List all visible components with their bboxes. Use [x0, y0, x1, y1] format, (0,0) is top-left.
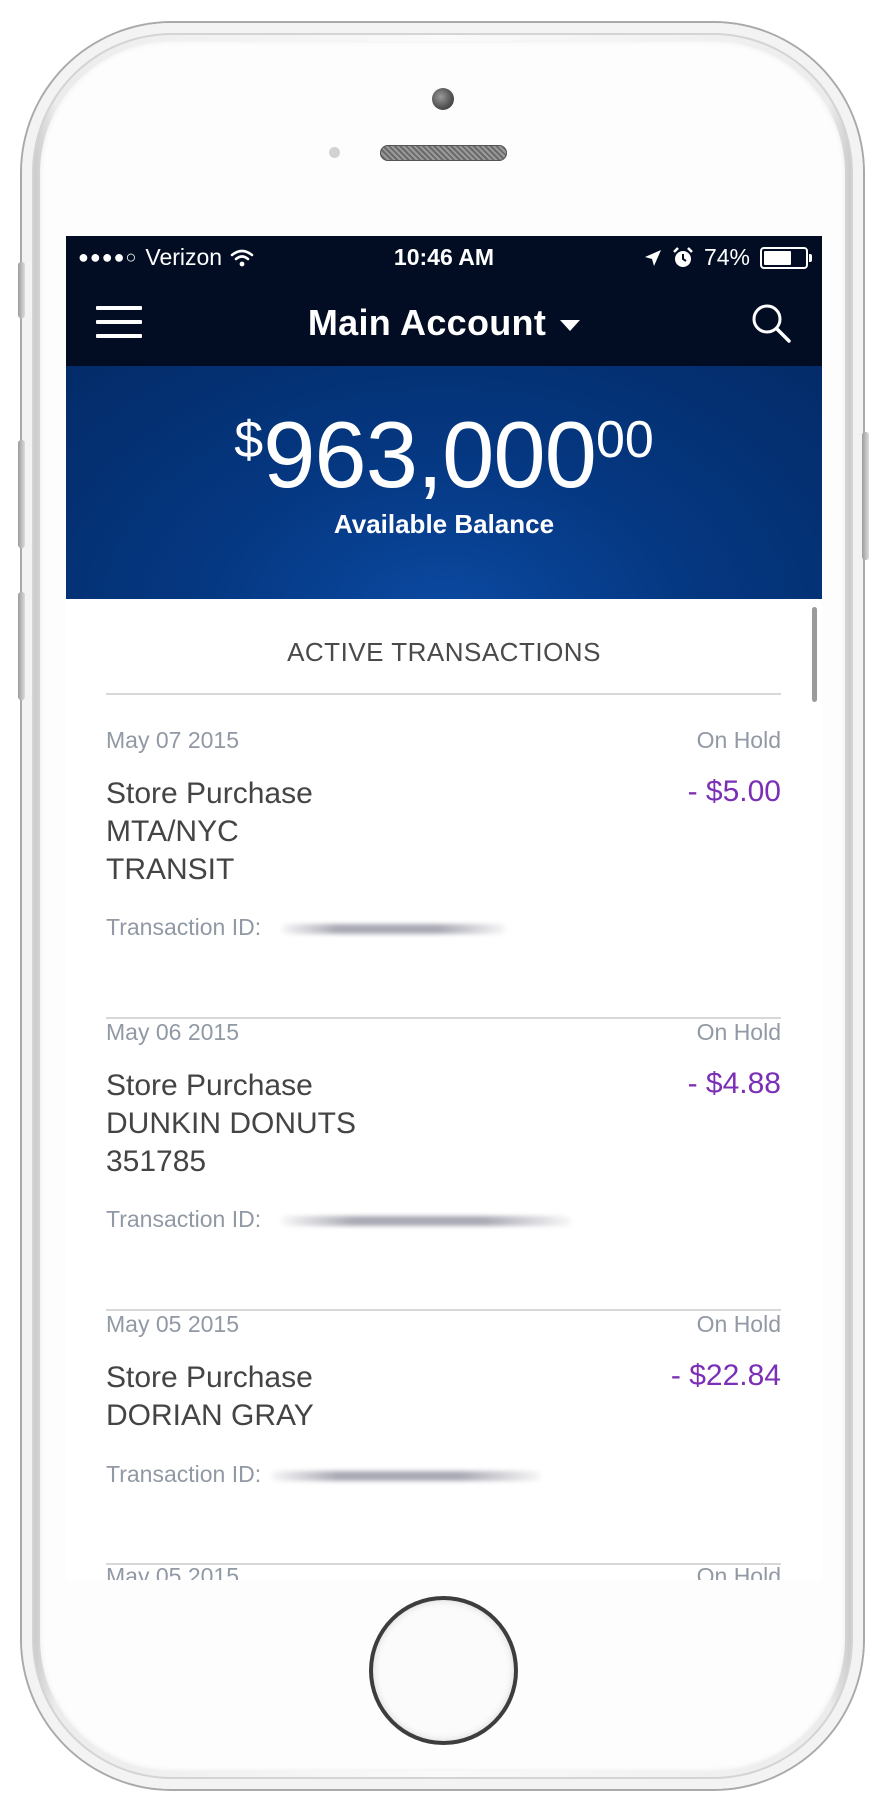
alarm-clock-icon [673, 246, 693, 267]
navigation-bar: Main Account [66, 280, 822, 366]
transaction-amount: - $22.84 [670, 1359, 781, 1392]
transaction-id-label: Transaction ID: [106, 1461, 262, 1487]
description-line: DUNKIN DONUTS [106, 1107, 357, 1140]
transaction-date: May 05 2015 [106, 1311, 239, 1337]
caret-down-icon [560, 319, 581, 331]
transactions-list[interactable]: ACTIVE TRANSACTIONS May 07 2015 On Hold … [66, 599, 822, 1580]
mute-switch [18, 262, 25, 318]
section-title: ACTIVE TRANSACTIONS [287, 637, 601, 667]
transaction-item[interactable]: May 07 2015 On Hold Store Purchase MTA/N… [106, 727, 781, 1027]
balance-currency: $ [234, 411, 264, 469]
transaction-item[interactable]: May 05 2015 On Hold Store Purchase DORIA… [106, 1311, 781, 1571]
section-divider [106, 693, 781, 695]
transaction-status: On Hold [696, 1019, 781, 1045]
battery-icon [760, 246, 812, 269]
transaction-id-label: Transaction ID: [106, 914, 262, 940]
transaction-amount: - $5.00 [687, 775, 781, 808]
power-button [862, 432, 869, 560]
description-line: 351785 [106, 1145, 207, 1178]
top-bar: ●●●●○ Verizon 10:46 AM 74% Main Account [66, 236, 822, 366]
description-line: Store Purchase [106, 1361, 313, 1394]
transaction-item[interactable]: May 05 2015 On Hold [106, 1563, 781, 1580]
description-line: MTA/NYC [106, 815, 239, 848]
balance-amount: $963,00000 [66, 408, 822, 502]
battery-level-fill [764, 250, 791, 265]
transaction-date: May 06 2015 [106, 1019, 239, 1045]
balance-panel: $963,00000 Available Balance [66, 366, 822, 599]
transaction-description: Store Purchase DUNKIN DONUTS 351785 [106, 1067, 526, 1181]
transaction-description: Store Purchase MTA/NYC TRANSIT [106, 775, 526, 889]
front-camera [432, 88, 454, 110]
transaction-item[interactable]: May 06 2015 On Hold Store Purchase DUNKI… [106, 1019, 781, 1319]
transaction-status: On Hold [696, 727, 781, 753]
balance-label: Available Balance [333, 509, 555, 539]
transaction-status: On Hold [696, 1311, 781, 1337]
transaction-date: May 07 2015 [106, 727, 239, 753]
balance-cents: 00 [595, 411, 654, 469]
earpiece-speaker [380, 145, 507, 161]
transaction-date: May 05 2015 [106, 1563, 239, 1580]
balance-whole: 963,000 [263, 402, 597, 507]
volume-up-button [18, 440, 25, 548]
description-line: Store Purchase [106, 1069, 313, 1102]
battery-percent: 74% [703, 244, 750, 270]
redacted-transaction-id [281, 924, 506, 934]
redacted-transaction-id [271, 1471, 541, 1481]
description-line: TRANSIT [106, 853, 235, 886]
home-button[interactable] [373, 1600, 514, 1741]
transaction-amount: - $4.88 [687, 1067, 781, 1100]
search-icon[interactable] [750, 302, 792, 344]
location-arrow-icon [644, 249, 661, 266]
description-line: DORIAN GRAY [106, 1399, 314, 1432]
transaction-id-label: Transaction ID: [106, 1206, 262, 1232]
volume-down-button [18, 592, 25, 700]
app-screen: ●●●●○ Verizon 10:46 AM 74% Main Account … [66, 236, 822, 1580]
transaction-status: On Hold [696, 1563, 781, 1580]
account-title: Main Account [307, 302, 547, 343]
description-line: Store Purchase [106, 777, 313, 810]
redacted-transaction-id [281, 1216, 571, 1226]
proximity-sensor [329, 147, 340, 158]
status-bar: ●●●●○ Verizon 10:46 AM 74% [66, 236, 822, 280]
transaction-description: Store Purchase DORIAN GRAY [106, 1359, 526, 1435]
account-selector[interactable]: Main Account [66, 302, 822, 344]
